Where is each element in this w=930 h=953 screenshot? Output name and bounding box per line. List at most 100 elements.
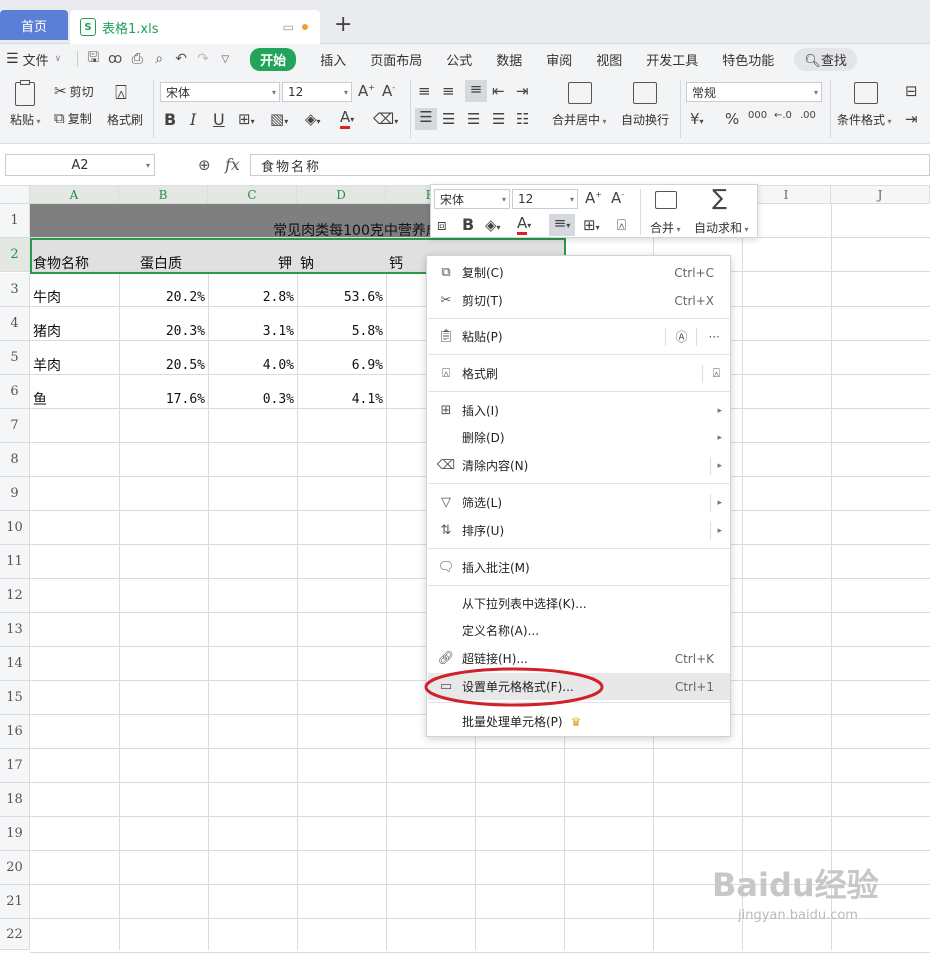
autosum-icon[interactable]: ∑ — [712, 186, 727, 211]
decrease-font-icon[interactable]: A- — [382, 82, 395, 100]
distributed-icon[interactable]: ☷ — [516, 110, 529, 128]
data-cell[interactable]: 20.5% — [119, 348, 208, 382]
number-format-select[interactable]: 常规 ▾ — [686, 82, 822, 102]
data-cell[interactable]: 鱼 — [33, 382, 47, 416]
zoom-icon[interactable]: ⊕ — [198, 156, 211, 174]
data-cell[interactable]: 3.1% — [208, 314, 297, 348]
row-header[interactable]: 1 — [0, 204, 30, 238]
row-header[interactable]: 13 — [0, 613, 30, 647]
data-cell[interactable]: 5.8% — [297, 314, 386, 348]
menu-item-delete[interactable]: 删除(D) ▸ — [428, 424, 730, 451]
data-cell[interactable]: 6.9% — [297, 348, 386, 382]
merge-center-button[interactable]: 合并居中 ▾ — [552, 111, 607, 128]
mini-font-name-select[interactable]: 宋体 ▾ — [434, 189, 510, 209]
monitor-icon[interactable]: ▭ — [283, 20, 294, 34]
row-header[interactable]: 19 — [0, 817, 30, 851]
merge-center-icon[interactable] — [568, 82, 592, 104]
indent-decrease-icon[interactable]: ⇤ — [492, 82, 505, 100]
column-header[interactable]: B — [119, 186, 208, 204]
mini-bold-button[interactable]: B — [462, 215, 474, 234]
menu-review[interactable]: 审阅 — [534, 44, 584, 74]
menu-item-format-painter[interactable]: ⍓ 格式刷 ⍓ — [428, 360, 730, 387]
menu-file[interactable]: ☰ 文件 ∨ — [0, 44, 73, 74]
row-header[interactable]: 17 — [0, 749, 30, 783]
increase-decimal-icon[interactable]: ←.0 — [774, 110, 792, 121]
data-cell[interactable]: 53.6% — [297, 280, 386, 314]
cell-style-icon[interactable]: ▧▾ — [270, 110, 288, 128]
autosum-button[interactable]: 自动求和 ▾ — [694, 219, 749, 236]
row-header[interactable]: 12 — [0, 579, 30, 613]
row-header[interactable]: 3 — [0, 273, 30, 307]
mini-align-icon[interactable]: ≡▾ — [549, 214, 575, 236]
font-color-icon[interactable]: A▾ — [340, 108, 354, 129]
row-header[interactable]: 8 — [0, 443, 30, 477]
data-cell[interactable]: 2.8% — [208, 280, 297, 314]
conditional-format-button[interactable]: 条件格式 ▾ — [837, 111, 892, 128]
menu-view[interactable]: 视图 — [584, 44, 634, 74]
export-icon[interactable]: ꝏ — [104, 51, 126, 67]
data-cell[interactable]: 4.0% — [208, 348, 297, 382]
undo-icon[interactable]: ↶ — [170, 51, 192, 67]
italic-button[interactable]: I — [190, 110, 196, 129]
mini-format-painter-icon[interactable]: ⍓ — [617, 216, 626, 234]
row-header[interactable]: 11 — [0, 545, 30, 579]
quick-access-dropdown-icon[interactable]: ▽ — [214, 54, 236, 65]
mini-wrap-icon[interactable]: ⧈ — [437, 216, 447, 234]
menu-item-paste[interactable]: 📋︎ 粘贴(P) Ⓐ ··· — [428, 323, 730, 350]
auto-wrap-button[interactable]: 自动换行 — [621, 111, 669, 128]
border-icon[interactable]: ⊞▾ — [238, 110, 255, 128]
conditional-format-icon[interactable] — [854, 82, 878, 104]
percent-button[interactable]: % — [725, 110, 739, 128]
row-header[interactable]: 2 — [0, 238, 30, 272]
data-cell[interactable]: 0.3% — [208, 382, 297, 416]
format-painter-icon[interactable]: ⍓ — [115, 80, 127, 104]
align-bottom-icon[interactable]: ≡ — [465, 80, 487, 102]
row-header[interactable]: 7 — [0, 409, 30, 443]
row-header[interactable]: 9 — [0, 477, 30, 511]
paste-button[interactable]: 粘贴 ▾ — [10, 111, 41, 128]
menu-item-define-name[interactable]: 定义名称(A)... — [428, 617, 730, 644]
redo-icon[interactable]: ↷ — [192, 51, 214, 67]
tab-file[interactable]: S 表格1.xls ▭ — [70, 10, 320, 44]
mini-font-size-select[interactable]: 12 ▾ — [512, 189, 578, 209]
save-icon[interactable]: 🖫 — [82, 47, 104, 71]
row-header[interactable]: 20 — [0, 851, 30, 885]
menu-item-cut[interactable]: ✂ 剪切(T) Ctrl+X — [428, 287, 730, 314]
align-top-icon[interactable]: ≡ — [418, 82, 431, 100]
indent-increase-icon[interactable]: ⇥ — [516, 82, 529, 100]
format-painter-lock-icon[interactable]: ⍓ — [713, 366, 720, 381]
menu-item-sort[interactable]: ⇅ 排序(U) ▸ — [428, 517, 730, 544]
row-header[interactable]: 10 — [0, 511, 30, 545]
menu-item-clear[interactable]: ⌫ 清除内容(N) ▸ — [428, 452, 730, 479]
formula-input[interactable]: 食物名称 — [250, 154, 930, 176]
data-cell[interactable]: 20.3% — [119, 314, 208, 348]
align-right-icon[interactable]: ☰ — [467, 110, 480, 128]
column-header[interactable]: D — [297, 186, 386, 204]
justify-icon[interactable]: ☰ — [492, 110, 505, 128]
increase-font-icon[interactable]: A+ — [358, 82, 375, 100]
menu-formula[interactable]: 公式 — [434, 44, 484, 74]
menu-item-batch-process[interactable]: 批量处理单元格(P) ♛ — [428, 708, 730, 735]
row-header[interactable]: 22 — [0, 919, 30, 950]
font-name-select[interactable]: 宋体 ▾ — [160, 82, 280, 102]
row-header[interactable]: 21 — [0, 885, 30, 919]
print-icon[interactable]: ⎙ — [126, 51, 148, 67]
column-header[interactable]: J — [831, 186, 930, 204]
menu-item-insert[interactable]: ⊞ 插入(I) ▸ — [428, 397, 730, 424]
currency-button[interactable]: ¥▾ — [690, 110, 704, 128]
name-box[interactable]: A2 ▾ — [5, 154, 155, 176]
new-tab-button[interactable]: + — [334, 12, 352, 38]
copy-button[interactable]: ⧉ 复制 — [54, 109, 92, 127]
align-left-icon[interactable]: ☰ — [415, 108, 437, 130]
row-header[interactable]: 15 — [0, 681, 30, 715]
data-cell[interactable]: 猪肉 — [33, 314, 61, 348]
bold-button[interactable]: B — [164, 110, 176, 129]
fill-color-icon[interactable]: ◈▾ — [305, 110, 321, 128]
symbol-icon[interactable]: ⇥ — [905, 110, 918, 128]
mini-decrease-font-icon[interactable]: A- — [611, 189, 624, 207]
data-cell[interactable]: 羊肉 — [33, 348, 61, 382]
row-header[interactable]: 5 — [0, 341, 30, 375]
table-style-icon[interactable]: ⊟ — [905, 82, 918, 100]
menu-developer[interactable]: 开发工具 — [634, 44, 710, 74]
select-all-corner[interactable] — [0, 186, 30, 204]
